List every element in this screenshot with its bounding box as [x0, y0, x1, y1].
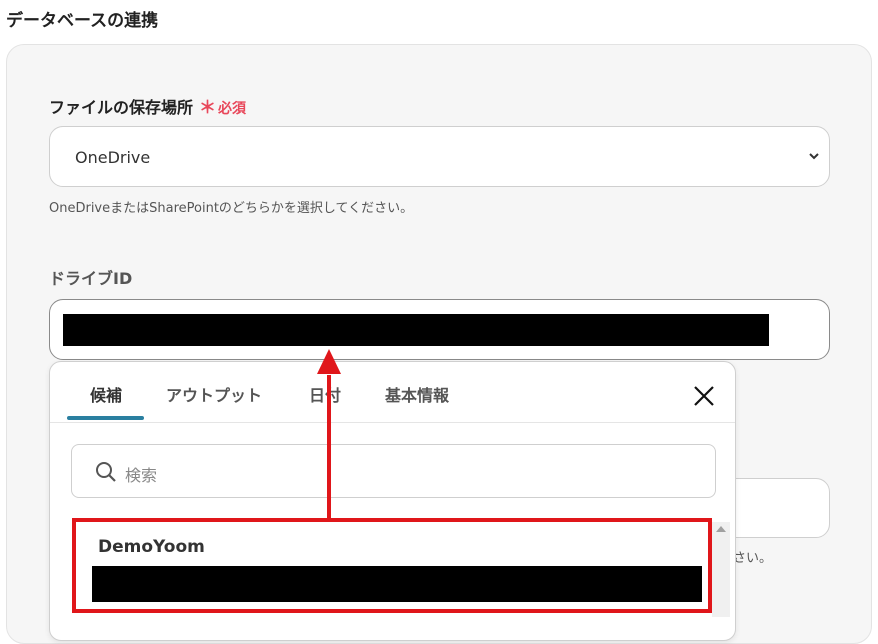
active-tab-indicator — [67, 416, 144, 420]
drive-id-input[interactable] — [49, 299, 830, 360]
annotation-highlight-box — [72, 518, 712, 613]
scroll-up-icon[interactable] — [716, 526, 726, 532]
required-badge: ＊必須 — [199, 98, 247, 118]
picker-search[interactable]: 検索 — [71, 444, 716, 498]
storage-label: ファイルの保存場所 ＊必須 — [49, 93, 246, 118]
required-text: 必須 — [218, 101, 247, 117]
tab-output[interactable]: アウトプット — [166, 382, 262, 406]
option-scrollbar[interactable] — [712, 522, 730, 617]
tab-date[interactable]: 日付 — [309, 382, 341, 406]
background-field-help: さい。 — [733, 551, 773, 566]
storage-select-value: OneDrive — [75, 148, 151, 167]
storage-label-text: ファイルの保存場所 — [49, 98, 194, 117]
storage-select[interactable]: OneDrive — [49, 126, 830, 187]
chevron-down-icon — [809, 153, 819, 160]
required-star: ＊ — [199, 98, 217, 118]
picker-tabs: 候補 アウトプット 日付 基本情報 — [50, 362, 735, 423]
tab-basic-info[interactable]: 基本情報 — [385, 382, 449, 406]
search-placeholder: 検索 — [125, 466, 158, 485]
tab-candidates[interactable]: 候補 — [90, 382, 122, 406]
storage-help: OneDriveまたはSharePointのどちらかを選択してください。 — [49, 201, 414, 216]
close-icon[interactable] — [690, 382, 718, 410]
drive-id-label: ドライブID — [49, 269, 133, 288]
section-title: データベースの連携 — [6, 11, 159, 31]
search-icon — [96, 462, 116, 482]
redacted-value — [63, 314, 769, 346]
